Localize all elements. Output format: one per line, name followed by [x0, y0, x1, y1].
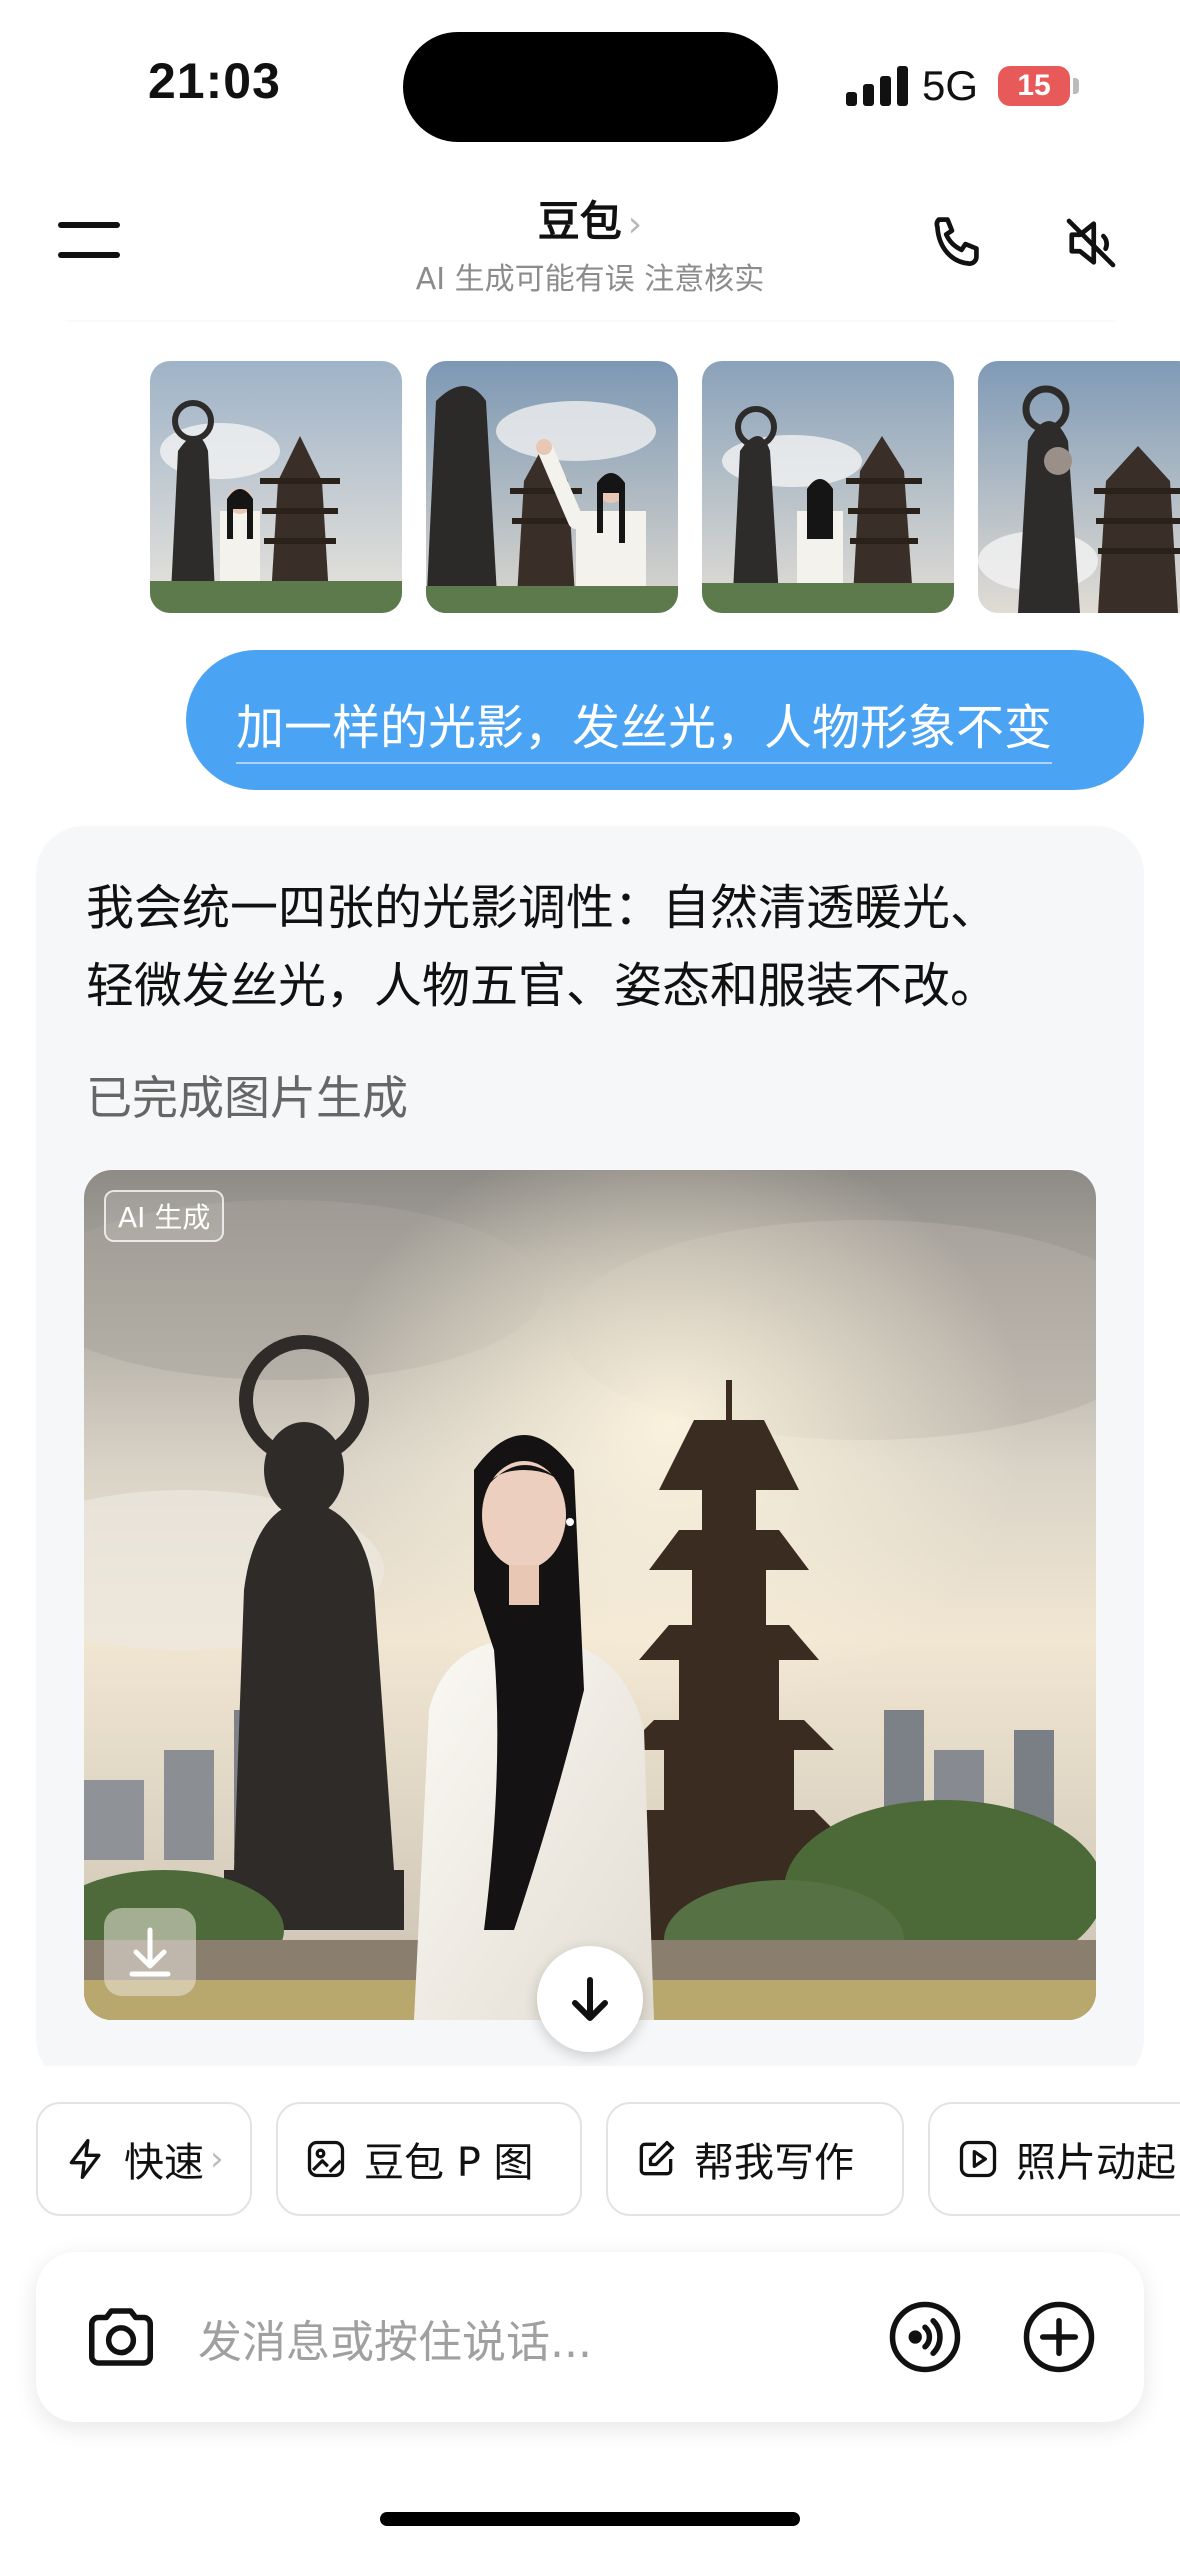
photo-edit-icon — [307, 2140, 345, 2178]
add-icon[interactable] — [1020, 2298, 1098, 2376]
message-input-bar[interactable]: 发消息或按住说话... — [36, 2252, 1144, 2422]
quick-action-label: 快速 — [124, 2140, 204, 2186]
quick-action-photo-edit[interactable]: 豆包 P 图 — [276, 2102, 582, 2216]
thumbnail-1[interactable] — [150, 361, 402, 613]
ai-response-card: 我会统一四张的光影调性：自然清透暖光、 轻微发丝光，人物五官、姿态和服装不改。 … — [36, 826, 1144, 2086]
quick-action-animate-photo[interactable]: 照片动起 — [928, 2102, 1180, 2216]
edit-note-icon — [639, 2140, 675, 2176]
user-message-bubble[interactable]: 加一样的光影，发丝光，人物形象不变 — [186, 650, 1144, 790]
camera-icon[interactable] — [82, 2298, 160, 2376]
quick-action-label: 照片动起 — [1016, 2140, 1176, 2186]
voice-call-icon[interactable] — [886, 2298, 964, 2376]
signal-icon — [846, 66, 908, 106]
user-message-text: 加一样的光影，发丝光，人物形象不变 — [236, 688, 1053, 764]
battery-nub — [1073, 78, 1079, 94]
quick-action-fast[interactable]: 快速 › — [36, 2102, 252, 2216]
network-label: 5G — [922, 62, 979, 109]
chevron-right-icon: › — [210, 2139, 224, 2179]
status-bar: 21:03 5G 15 — [0, 0, 1180, 170]
quick-action-label: 帮我写作 — [694, 2140, 854, 2186]
play-icon — [959, 2140, 997, 2178]
battery-level: 15 — [1017, 69, 1051, 102]
generated-image[interactable]: AI 生成 — [84, 1170, 1096, 2020]
speaker-mute-icon[interactable] — [1058, 210, 1124, 276]
thumbnail-3[interactable] — [702, 361, 954, 613]
home-indicator — [380, 2512, 800, 2526]
ai-generated-tag: AI 生成 — [104, 1190, 225, 1242]
ai-message-line-1: 我会统一四张的光影调性：自然清透暖光、 — [86, 880, 999, 936]
chat-title[interactable]: 豆包 › — [0, 188, 1180, 249]
quick-action-writing[interactable]: 帮我写作 — [606, 2102, 904, 2216]
ai-disclaimer: AI 生成可能有误 注意核实 — [415, 262, 765, 297]
dynamic-island — [403, 32, 778, 142]
lightning-icon — [69, 2139, 101, 2179]
chat-header: 豆包 › AI 生成可能有误 注意核实 — [0, 170, 1180, 320]
composer-area: 快速 › 豆包 P 图 帮我写作 照片动起 发消息或按住说话... — [0, 2066, 1180, 2556]
scroll-to-bottom-button[interactable] — [537, 1946, 643, 2052]
chat-title-text: 豆包 — [537, 197, 622, 246]
message-input-placeholder[interactable]: 发消息或按住说话... — [198, 2306, 592, 2370]
quick-action-label: 豆包 P 图 — [364, 2140, 534, 2186]
thumbnail-4[interactable] — [978, 361, 1180, 613]
generation-status: 已完成图片生成 — [86, 1071, 408, 1125]
chevron-right-icon: › — [627, 204, 643, 245]
ai-message-line-2: 轻微发丝光，人物五官、姿态和服装不改。 — [86, 958, 999, 1014]
thumbnail-2[interactable] — [426, 361, 678, 613]
status-time: 21:03 — [148, 53, 281, 109]
download-button[interactable] — [104, 1908, 196, 1996]
phone-call-icon[interactable] — [925, 210, 991, 276]
